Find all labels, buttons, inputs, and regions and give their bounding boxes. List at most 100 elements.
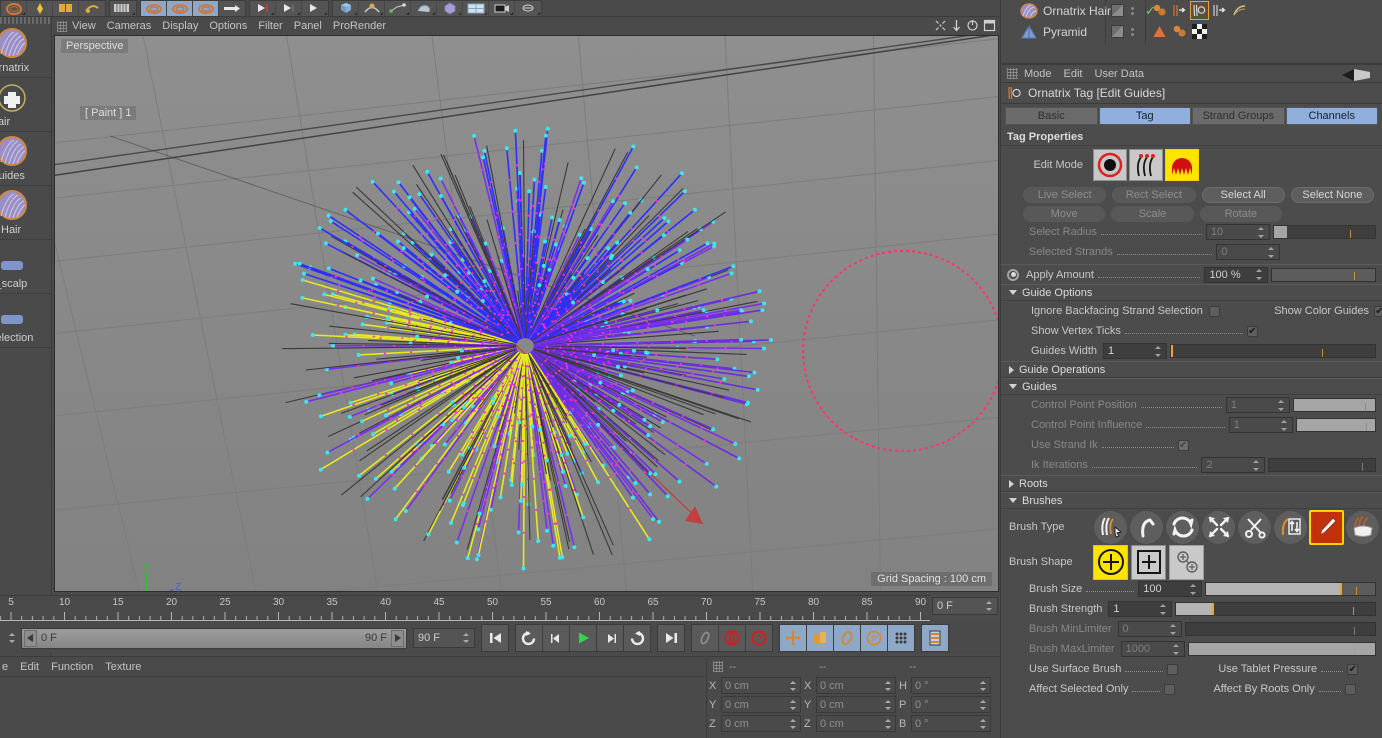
current-frame-field[interactable]: 0 F: [932, 597, 998, 615]
coord-rotation-p-input[interactable]: 0 °: [911, 696, 991, 713]
brushes-group-header[interactable]: Brushes: [1001, 492, 1382, 509]
coord-position-z-input[interactable]: 0 cm: [721, 715, 801, 732]
step-back-button[interactable]: [542, 624, 570, 652]
brush-minlimiter-slider[interactable]: [1185, 622, 1376, 636]
go-to-end-button[interactable]: [657, 624, 685, 652]
timeline-range-slider[interactable]: 0 F 90 F: [21, 628, 407, 649]
palette-item-scalp[interactable]: x_scalp: [0, 240, 51, 294]
brush-maxlimiter-input[interactable]: 1000: [1121, 641, 1185, 657]
viewport-menu-prorender[interactable]: ProRender: [333, 20, 386, 32]
tab-strand-groups[interactable]: Strand Groups: [1192, 107, 1285, 125]
brush-maxlimiter-slider[interactable]: [1188, 642, 1376, 656]
material-menu-function[interactable]: Function: [51, 661, 93, 673]
hair-material-icon[interactable]: [1151, 2, 1168, 19]
affect-by-roots-only-checkbox[interactable]: [1345, 684, 1356, 695]
am-menu-user-data[interactable]: User Data: [1095, 68, 1145, 80]
scale-button[interactable]: Scale: [1111, 206, 1193, 222]
palette-item-selection[interactable]: selection: [0, 294, 51, 348]
edit-guides-icon[interactable]: [1191, 2, 1208, 19]
frame-spinner[interactable]: [986, 600, 993, 612]
apply-amount-radio[interactable]: [1007, 269, 1019, 281]
attribute-manager-grip[interactable]: [1007, 68, 1018, 79]
autokey-button[interactable]: [691, 624, 719, 652]
step-forward-button[interactable]: [596, 624, 624, 652]
palette-item-ix-hair[interactable]: ix Hair: [0, 186, 51, 240]
material-list[interactable]: [0, 676, 705, 738]
twist-brush-icon[interactable]: [1165, 510, 1200, 545]
axis-z-button[interactable]: [302, 1, 328, 16]
ik-iterations-slider[interactable]: [1268, 458, 1376, 472]
am-menu-mode[interactable]: Mode: [1024, 68, 1052, 80]
brush-strength-input[interactable]: 1: [1108, 601, 1172, 617]
object-visibility-dots[interactable]: [1131, 7, 1134, 15]
curve-tag-icon[interactable]: [1231, 2, 1248, 19]
hair-mode-1-button[interactable]: [141, 1, 167, 16]
select-all-button[interactable]: Select All: [1202, 187, 1285, 203]
pan-viewport-icon[interactable]: [934, 19, 947, 32]
zoom-viewport-icon[interactable]: [951, 19, 962, 32]
rotate-button[interactable]: Rotate: [1200, 206, 1282, 222]
coord-rotation-b-input[interactable]: 0 °: [911, 715, 991, 732]
viewport-menu-display[interactable]: Display: [162, 20, 198, 32]
parameter-key-button[interactable]: P: [860, 624, 888, 652]
scale-tool-button[interactable]: [110, 1, 136, 16]
spline-pen-button[interactable]: [385, 1, 411, 16]
control-point-position-input[interactable]: 1: [1226, 397, 1290, 413]
comb-brush-icon[interactable]: [1093, 510, 1128, 545]
spline-primitive-button[interactable]: [359, 1, 385, 16]
range-end-arrow-icon[interactable]: [391, 630, 404, 647]
material-menu-edit[interactable]: Edit: [20, 661, 39, 673]
guide-options-group-header[interactable]: Guide Options: [1001, 284, 1382, 301]
palette-grip[interactable]: [0, 17, 51, 24]
guides-width-input[interactable]: 1: [1103, 343, 1167, 359]
square-shape-icon[interactable]: [1131, 545, 1166, 580]
undo-button[interactable]: [1, 1, 27, 16]
record-button[interactable]: [718, 624, 746, 652]
material-menu-file[interactable]: e: [2, 661, 8, 673]
pla-key-button[interactable]: [887, 624, 915, 652]
object-row-ornatrix-hair[interactable]: Ornatrix Hair ✓: [1001, 0, 1382, 21]
tab-basic[interactable]: Basic: [1005, 107, 1098, 125]
guides-group-header[interactable]: Guides: [1001, 378, 1382, 395]
show-color-guides-checkbox[interactable]: ✔: [1374, 306, 1382, 317]
viewport-menu-options[interactable]: Options: [209, 20, 247, 32]
move-button[interactable]: Move: [1023, 206, 1105, 222]
nurbs-button[interactable]: [411, 1, 437, 16]
roots-group-header[interactable]: Roots: [1001, 475, 1382, 492]
guides-width-slider[interactable]: [1170, 344, 1376, 358]
select-tool-button[interactable]: [27, 1, 53, 16]
use-strand-ik-checkbox[interactable]: ✔: [1178, 440, 1189, 451]
record-options-button[interactable]: ?: [745, 624, 773, 652]
object-visibility-dots[interactable]: [1131, 28, 1134, 36]
ignore-backfacing-checkbox[interactable]: [1209, 306, 1220, 317]
material-menu-texture[interactable]: Texture: [105, 661, 141, 673]
play-button[interactable]: [569, 624, 597, 652]
bend-brush-icon[interactable]: [1129, 510, 1164, 545]
use-tablet-pressure-checkbox[interactable]: ✔: [1347, 664, 1358, 675]
control-point-position-slider[interactable]: [1293, 398, 1376, 412]
control-point-influence-slider[interactable]: [1296, 418, 1376, 432]
material-tag-icon[interactable]: [1171, 23, 1188, 40]
pyramid-tag-icon[interactable]: [1151, 23, 1168, 40]
strand-mode-icon[interactable]: [1129, 149, 1163, 181]
viewport-menu-filter[interactable]: Filter: [258, 20, 282, 32]
cube-primitive-button[interactable]: [333, 1, 359, 16]
apply-amount-slider[interactable]: [1271, 268, 1376, 282]
select-none-button[interactable]: Select None: [1291, 187, 1374, 203]
coordinates-grip[interactable]: [713, 661, 723, 672]
timeline-left-spinner[interactable]: [0, 628, 16, 648]
coord-size-x-input[interactable]: 0 cm: [816, 677, 896, 694]
go-to-start-button[interactable]: [481, 624, 509, 652]
select-radius-input[interactable]: 10: [1206, 224, 1270, 240]
viewport-menu-cameras[interactable]: Cameras: [107, 20, 152, 32]
grab-brush-icon[interactable]: [1345, 510, 1380, 545]
light-button[interactable]: [515, 1, 541, 16]
control-point-influence-input[interactable]: 1: [1229, 417, 1293, 433]
am-menu-edit[interactable]: Edit: [1064, 68, 1083, 80]
tab-channels[interactable]: Channels: [1286, 107, 1379, 125]
rect-select-button[interactable]: Rect Select: [1112, 187, 1195, 203]
brush-minlimiter-input[interactable]: 0: [1118, 621, 1182, 637]
object-visibility-toggle[interactable]: [1111, 25, 1124, 38]
camera-button[interactable]: [489, 1, 515, 16]
coord-size-y-input[interactable]: 0 cm: [816, 696, 896, 713]
